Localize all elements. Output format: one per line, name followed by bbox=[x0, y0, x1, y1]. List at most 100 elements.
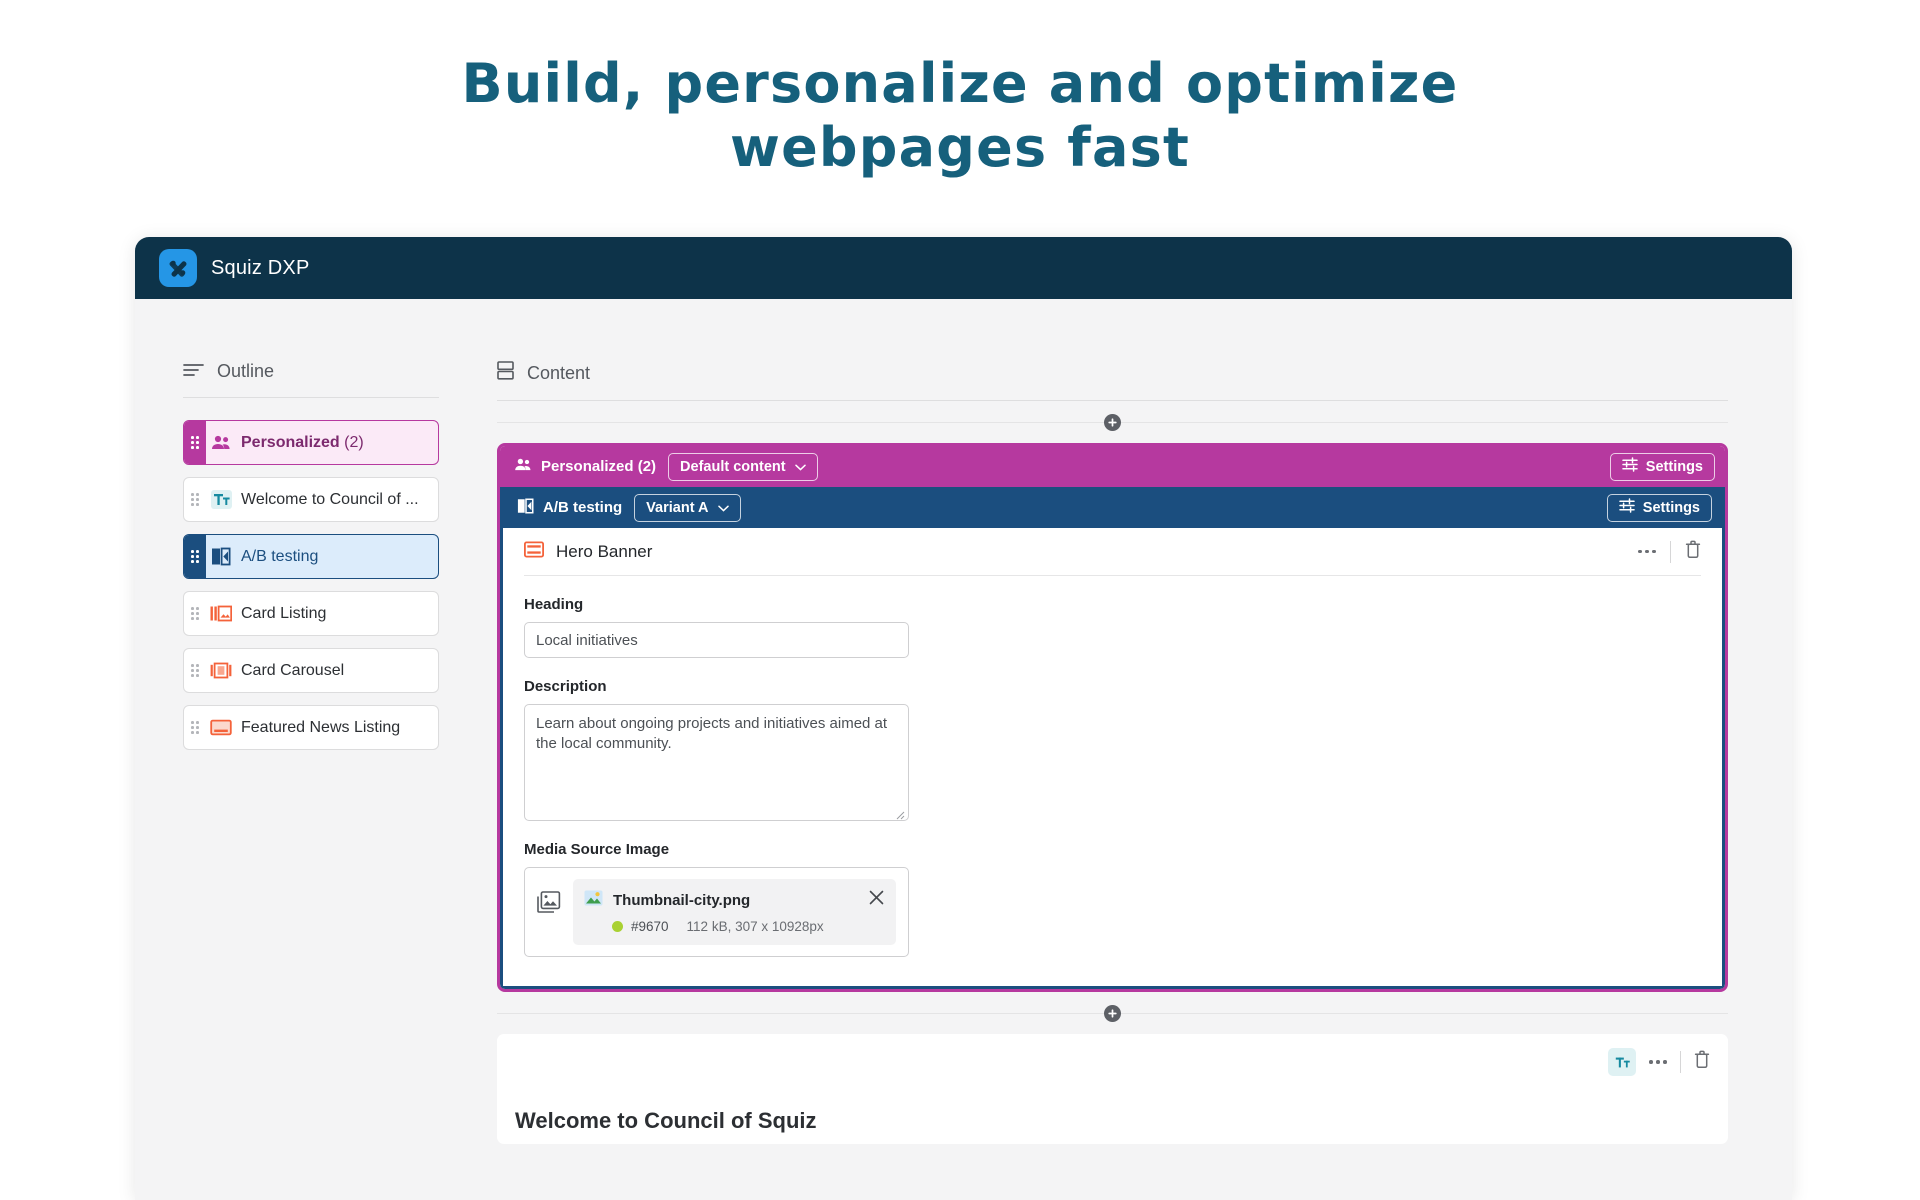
welcome-card-heading: Welcome to Council of Squiz bbox=[515, 1108, 817, 1133]
app-title: Squiz DXP bbox=[211, 256, 310, 279]
sidebar-item-personalized[interactable]: Personalized (2) bbox=[183, 420, 439, 465]
media-source-label: Media Source Image bbox=[524, 841, 670, 858]
close-icon[interactable] bbox=[868, 889, 885, 911]
welcome-component-card: Welcome to Council of Squiz bbox=[497, 1034, 1728, 1144]
heading-input-value: Local initiatives bbox=[536, 631, 638, 649]
hero-banner-title: Hero Banner bbox=[556, 541, 653, 561]
heading-input[interactable]: Local initiatives bbox=[524, 622, 909, 658]
page-headline: Build, personalize and optimize webpages… bbox=[0, 0, 1920, 179]
ellipsis-icon[interactable] bbox=[1649, 1060, 1667, 1064]
headline-line-2: webpages fast bbox=[730, 115, 1190, 179]
description-textarea[interactable]: Learn about ongoing projects and initiat… bbox=[524, 704, 909, 821]
sidebar-item-label: Welcome to Council of ... bbox=[241, 490, 419, 508]
drag-handle-icon[interactable] bbox=[184, 649, 206, 692]
personalized-count: (2) bbox=[344, 433, 364, 451]
resize-handle-icon[interactable] bbox=[894, 806, 905, 820]
outline-divider bbox=[183, 397, 439, 398]
default-content-dropdown-value: Default content bbox=[680, 458, 786, 475]
media-source-box[interactable]: Thumbnail-city.png #9670 112 kB, 307 x 1… bbox=[524, 867, 909, 957]
personalized-settings-label: Settings bbox=[1645, 458, 1703, 475]
app-window: Squiz DXP Outline Personalized (2) Welco… bbox=[135, 237, 1792, 1200]
ab-testing-bar-label: A/B testing bbox=[543, 499, 623, 516]
sidebar-item-label: Personalized (2) bbox=[241, 434, 364, 452]
media-file-chip: Thumbnail-city.png #9670 112 kB, 307 x 1… bbox=[573, 879, 896, 945]
squiz-logo-icon bbox=[159, 249, 197, 287]
chevron-down-icon bbox=[794, 459, 806, 475]
media-file-meta: 112 kB, 307 x 10928px bbox=[686, 919, 824, 934]
description-field: Description Learn about ongoing projects… bbox=[524, 678, 1701, 821]
media-source-field: Media Source Image Thumbnail-city.png #9… bbox=[524, 841, 1701, 957]
text-tt-icon bbox=[210, 490, 232, 509]
ab-testing-block: A/B testing Variant A Settings Hero Bann… bbox=[500, 487, 1725, 989]
sliders-icon bbox=[1619, 498, 1635, 517]
outline-panel: Outline Personalized (2) Welcome to Coun… bbox=[135, 299, 473, 1200]
sidebar-item-card-carousel[interactable]: Card Carousel bbox=[183, 648, 439, 693]
personalized-bar-label: Personalized (2) bbox=[541, 458, 657, 475]
trash-icon[interactable] bbox=[1685, 540, 1701, 564]
personalized-label: Personalized bbox=[241, 433, 340, 451]
action-divider bbox=[1670, 540, 1671, 563]
sidebar-item-welcome[interactable]: Welcome to Council of ... bbox=[183, 477, 439, 522]
default-content-dropdown[interactable]: Default content bbox=[668, 452, 818, 481]
headline-line-1: Build, personalize and optimize bbox=[461, 52, 1459, 115]
media-asset-id: #9670 bbox=[631, 919, 669, 934]
ellipsis-icon[interactable] bbox=[1638, 549, 1656, 554]
outline-icon bbox=[183, 361, 204, 382]
add-block-button-top[interactable] bbox=[1104, 413, 1121, 431]
app-header: Squiz DXP bbox=[135, 237, 1792, 299]
description-textarea-value: Learn about ongoing projects and initiat… bbox=[536, 715, 888, 753]
ab-testing-bar-title: A/B testing bbox=[517, 498, 622, 518]
description-label: Description bbox=[524, 678, 607, 695]
sidebar-item-label: Card Carousel bbox=[241, 661, 345, 679]
hero-banner-header: Hero Banner bbox=[523, 528, 1701, 576]
card-listing-icon bbox=[210, 605, 232, 623]
drag-handle-icon[interactable] bbox=[184, 592, 206, 635]
ab-split-icon bbox=[210, 547, 232, 566]
ab-split-icon bbox=[517, 498, 534, 518]
people-icon bbox=[514, 458, 532, 475]
ab-testing-bar: A/B testing Variant A Settings bbox=[503, 487, 1722, 528]
trash-icon[interactable] bbox=[1694, 1050, 1710, 1074]
content-panel-title: Content bbox=[527, 362, 591, 383]
add-block-button-bottom[interactable] bbox=[1104, 1004, 1121, 1022]
chevron-down-icon bbox=[717, 500, 729, 516]
drag-handle-icon[interactable] bbox=[184, 535, 206, 578]
content-panel: Content Personalized (2) Default content… bbox=[473, 299, 1792, 1200]
welcome-card-actions bbox=[515, 1048, 1710, 1076]
hero-banner-icon bbox=[523, 540, 545, 563]
content-panel-header: Content bbox=[497, 361, 1728, 400]
personalized-block: Personalized (2) Default content Setting… bbox=[497, 443, 1728, 992]
heading-field: Heading Local initiatives bbox=[524, 596, 1701, 658]
sidebar-item-card-listing[interactable]: Card Listing bbox=[183, 591, 439, 636]
add-block-row-bottom bbox=[497, 992, 1728, 1034]
featured-news-icon bbox=[210, 719, 232, 737]
variant-dropdown[interactable]: Variant A bbox=[634, 493, 741, 522]
sidebar-item-label: A/B testing bbox=[241, 547, 319, 565]
ab-testing-settings-label: Settings bbox=[1642, 499, 1700, 516]
ab-testing-settings-button[interactable]: Settings bbox=[1606, 493, 1712, 522]
personalized-bar: Personalized (2) Default content Setting… bbox=[500, 446, 1725, 487]
people-icon bbox=[210, 434, 232, 452]
variant-dropdown-value: Variant A bbox=[646, 499, 709, 516]
sidebar-item-ab-testing[interactable]: A/B testing bbox=[183, 534, 439, 579]
drag-handle-icon[interactable] bbox=[184, 478, 206, 521]
action-divider bbox=[1680, 1051, 1681, 1073]
outline-panel-header: Outline bbox=[183, 361, 473, 397]
drag-handle-icon[interactable] bbox=[184, 706, 206, 749]
image-icon bbox=[584, 890, 603, 911]
media-file-name: Thumbnail-city.png bbox=[613, 891, 751, 909]
sliders-icon bbox=[1622, 457, 1638, 476]
drag-handle-icon[interactable] bbox=[184, 421, 206, 464]
heading-label: Heading bbox=[524, 596, 584, 613]
personalized-settings-button[interactable]: Settings bbox=[1609, 452, 1715, 481]
outline-panel-title: Outline bbox=[217, 361, 275, 381]
card-carousel-icon bbox=[210, 662, 232, 680]
sidebar-item-label: Card Listing bbox=[241, 604, 327, 622]
status-dot-icon bbox=[612, 921, 623, 932]
content-layout-icon bbox=[497, 361, 514, 385]
outline-list: Personalized (2) Welcome to Council of .… bbox=[183, 420, 439, 750]
personalized-bar-title: Personalized (2) bbox=[514, 458, 656, 475]
sidebar-item-featured-news[interactable]: Featured News Listing bbox=[183, 705, 439, 750]
text-tt-icon bbox=[1608, 1048, 1637, 1076]
sidebar-item-label: Featured News Listing bbox=[241, 718, 401, 736]
